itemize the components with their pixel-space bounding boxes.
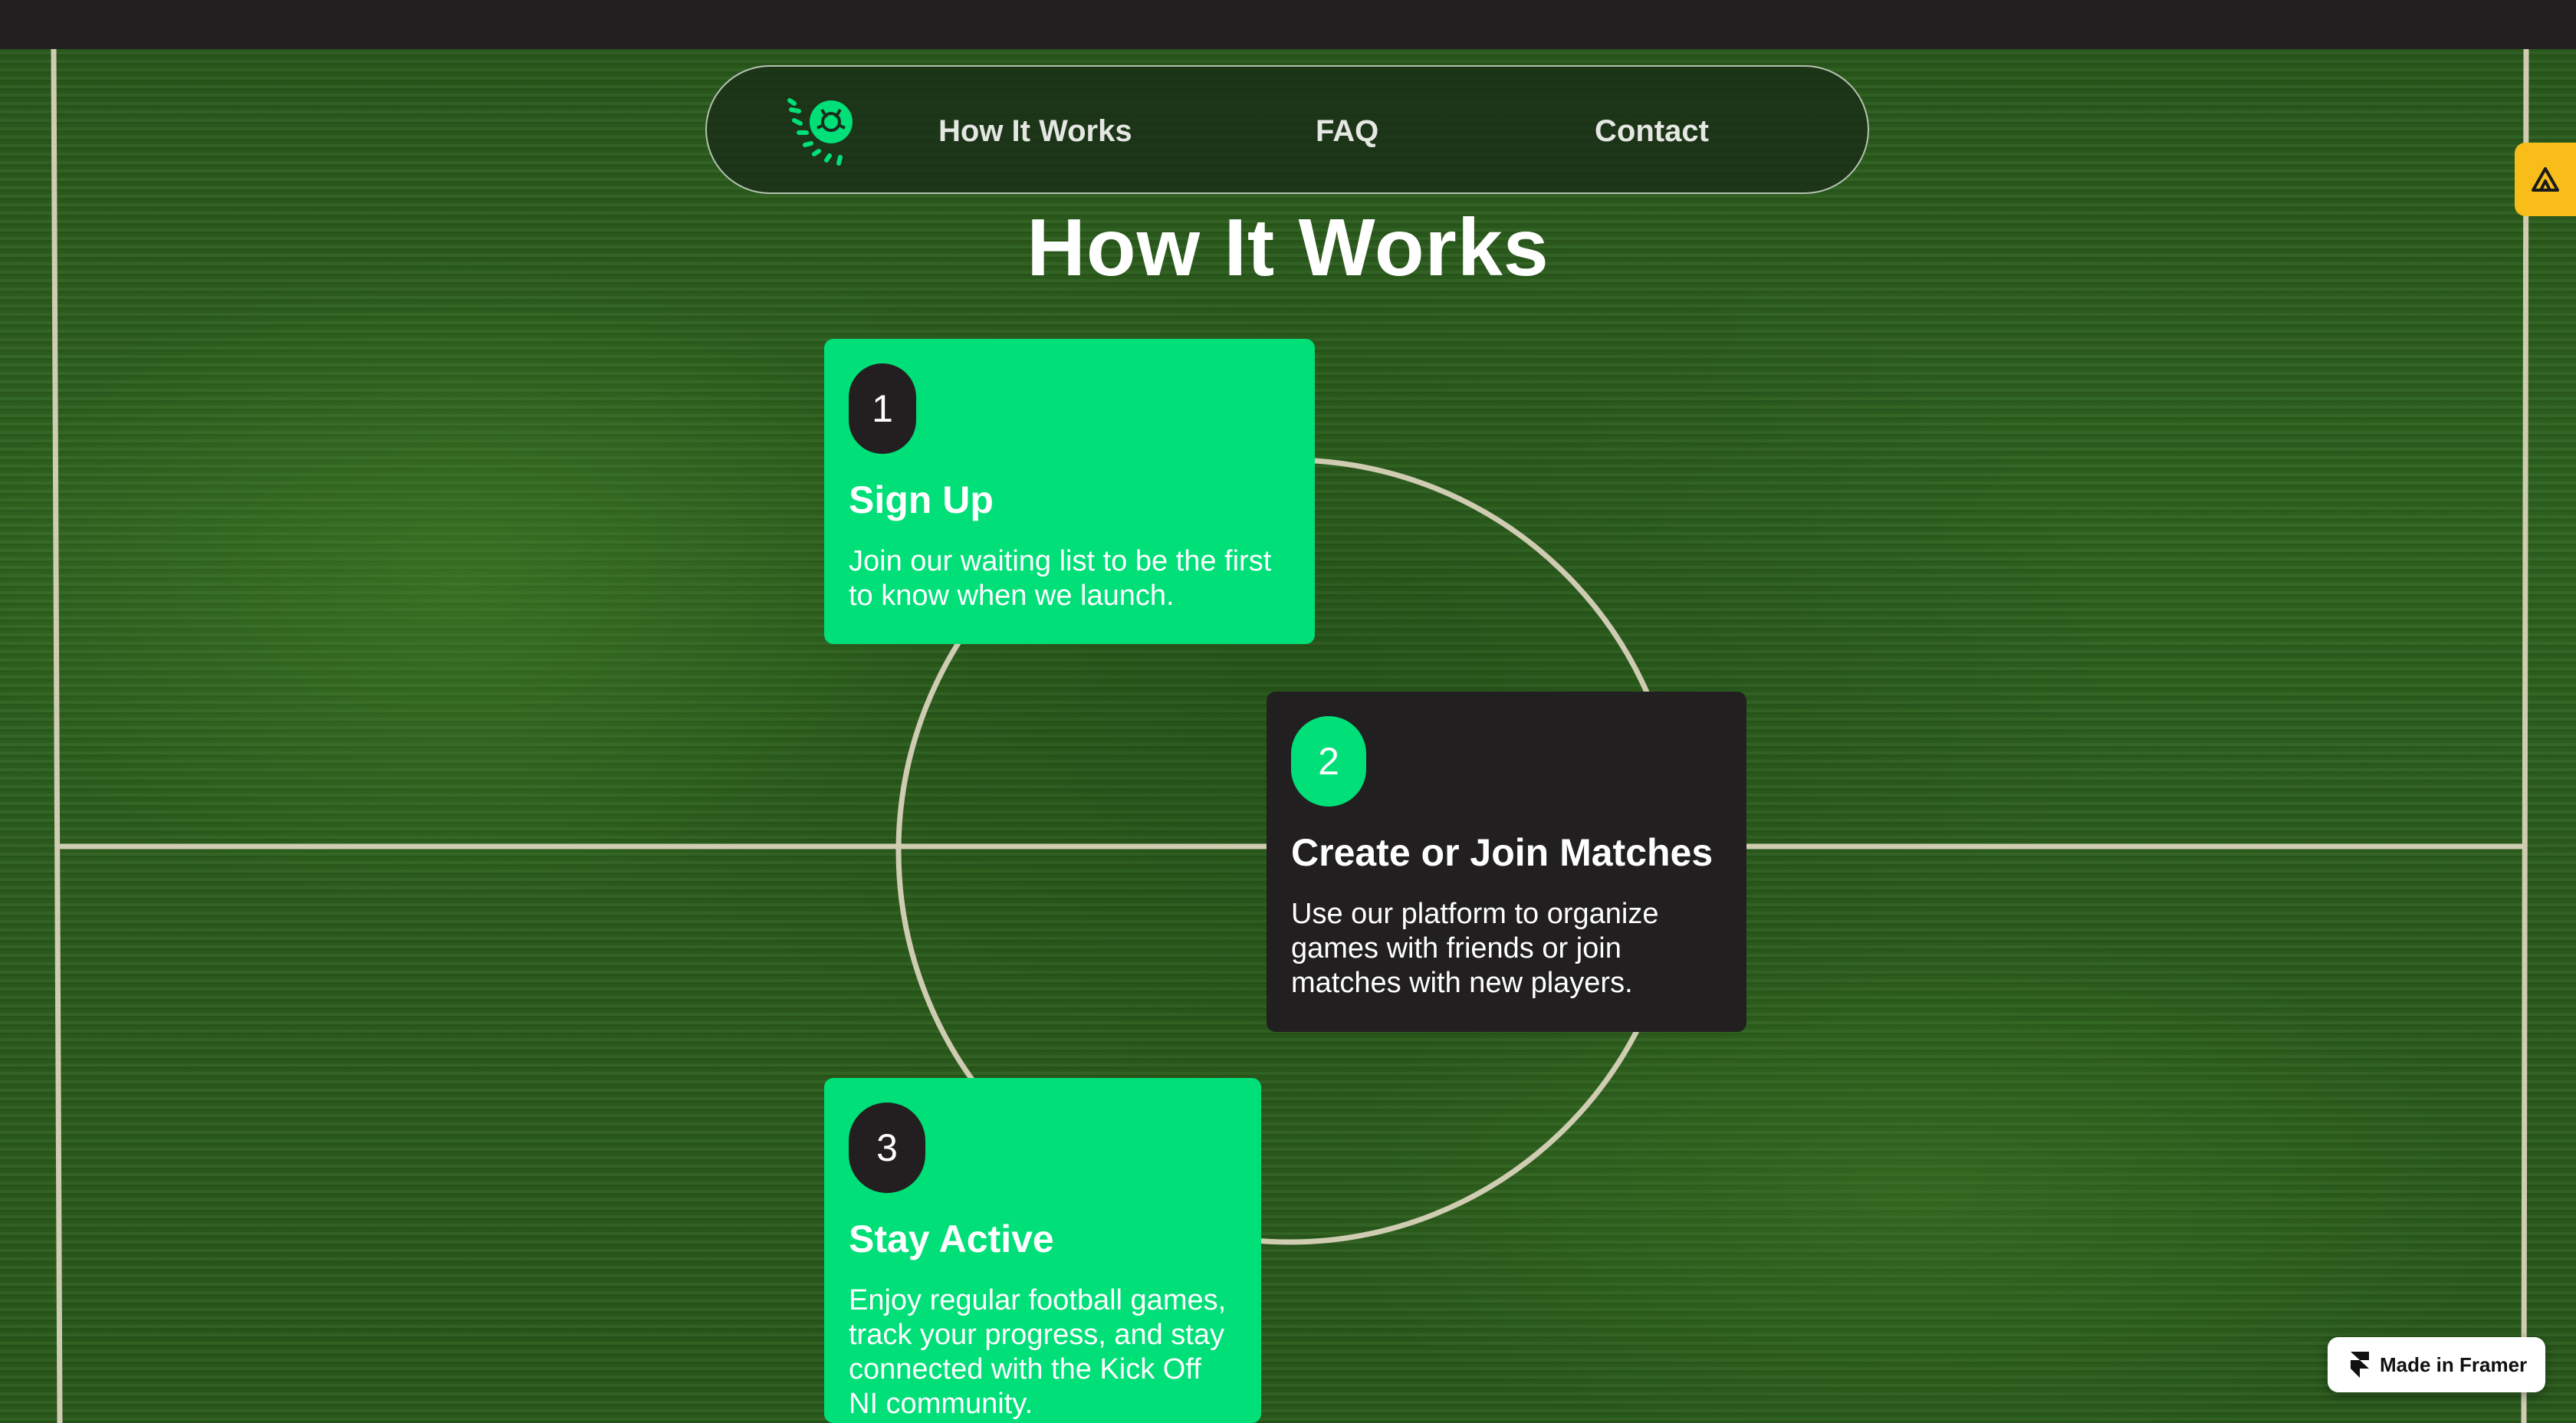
framer-logo-icon bbox=[2351, 1352, 2369, 1378]
made-in-framer-label: Made in Framer bbox=[2380, 1352, 2528, 1376]
nav-link-faq[interactable]: FAQ bbox=[1316, 110, 1378, 153]
browser-top-bar bbox=[0, 0, 2576, 49]
step-card-stay-active: 3 Stay Active Enjoy regular football gam… bbox=[824, 1078, 1261, 1423]
nav-link-how-it-works[interactable]: How It Works bbox=[938, 110, 1132, 153]
step-description: Use our platform to organize games with … bbox=[1291, 898, 1659, 999]
nav-link-contact[interactable]: Contact bbox=[1595, 110, 1709, 153]
framer-side-tab[interactable] bbox=[2515, 143, 2576, 216]
step-number-badge: 3 bbox=[849, 1103, 925, 1193]
step-description: Enjoy regular football games, track your… bbox=[849, 1284, 1227, 1420]
section-title: How It Works bbox=[1027, 202, 1549, 293]
step-number-badge: 2 bbox=[1291, 716, 1366, 807]
step-title: Sign Up bbox=[849, 478, 994, 521]
step-title: Stay Active bbox=[849, 1218, 1054, 1260]
main-navbar: How It Works FAQ Contact bbox=[705, 65, 1869, 194]
step-number-badge: 1 bbox=[849, 363, 916, 454]
made-in-framer-badge[interactable]: Made in Framer bbox=[2328, 1337, 2545, 1392]
step-card-create-join-matches: 2 Create or Join Matches Use our platfor… bbox=[1267, 692, 1746, 1032]
framer-a-icon bbox=[2532, 167, 2559, 192]
step-title: Create or Join Matches bbox=[1291, 831, 1714, 874]
kick-off-ni-logo[interactable] bbox=[784, 90, 863, 169]
step-card-sign-up: 1 Sign Up Join our waiting list to be th… bbox=[824, 339, 1315, 644]
step-description: Join our waiting list to be the first to… bbox=[849, 545, 1272, 612]
